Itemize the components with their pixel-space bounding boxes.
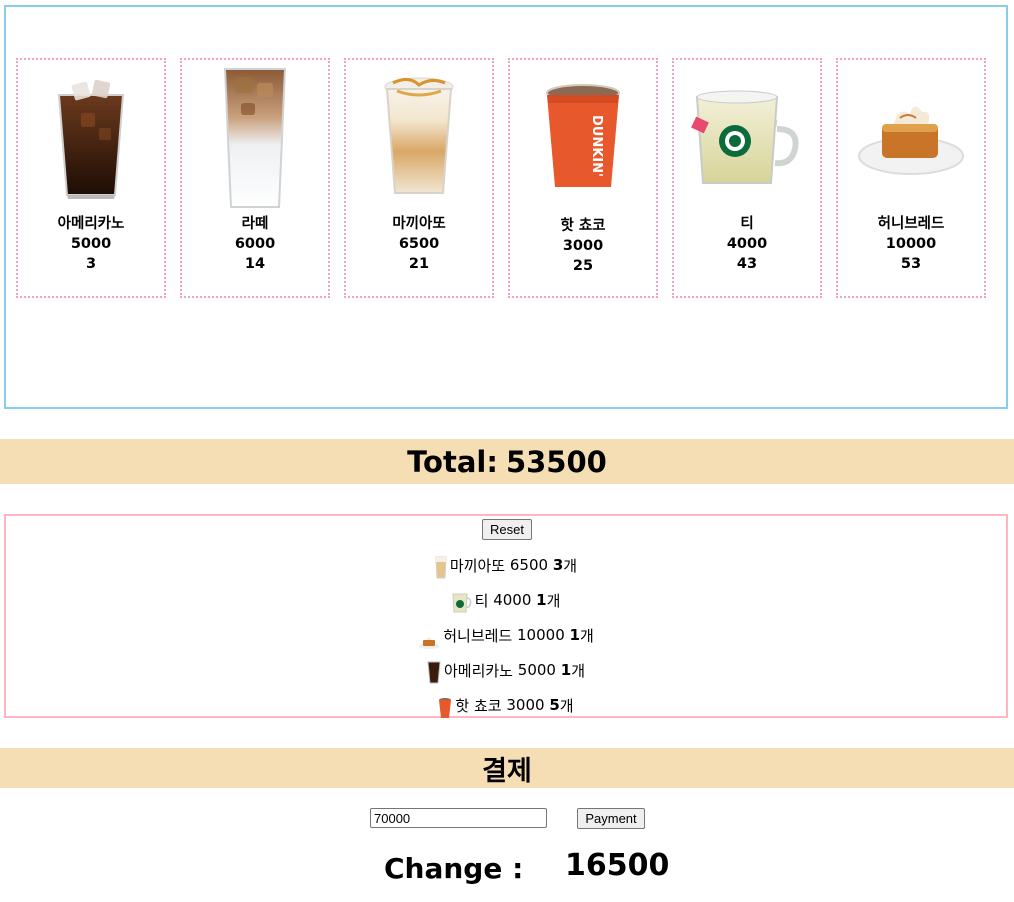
menu-item-hot-chocolate[interactable]: DUNKIN' 핫 쵸코 3000 25 [508,58,658,298]
order-row: 허니브레드 10000 1개 [6,620,1006,650]
honey-bread-icon [858,106,964,175]
order-item-name: 허니브레드 [443,626,513,645]
menu-item-name: 허니브레드 [877,216,945,232]
total-bar: Total: 53500 [0,439,1014,484]
hot-chocolate-thumb-icon [438,691,452,719]
order-item-price: 5000 [517,661,556,679]
menu-item-count: 25 [572,258,594,274]
tea-glass-mug-icon [691,90,799,184]
order-item-unit: 개 [559,696,574,715]
order-item-price: 3000 [506,696,545,714]
menu-item-honey-bread[interactable]: 허니브레드 10000 53 [836,58,986,298]
order-row: 아메리카노 5000 1개 [6,655,1006,685]
menu-item-count: 21 [408,256,430,272]
payment-title: 결제 [482,755,532,787]
menu-panel: 아메리카노 5000 3 라떼 6000 14 마끼아또 6500 21 DUN… [4,5,1008,409]
iced-americano-icon [57,79,125,199]
menu-item-price: 4000 [726,236,768,252]
order-item-qty: 1 [536,591,547,609]
menu-item-count: 43 [736,256,758,272]
order-item-qty: 1 [569,626,580,644]
order-panel: Reset 마끼아또 6500 3개 티 4000 1개 허니브레드 10000… [4,514,1008,718]
menu-item-count: 3 [85,256,97,272]
menu-item-count: 53 [900,256,922,272]
payment-button[interactable]: Payment [577,808,645,829]
tea-thumb-icon [452,586,472,614]
menu-item-price: 10000 [885,236,937,252]
reset-button[interactable]: Reset [482,519,532,540]
menu-item-macchiato[interactable]: 마끼아또 6500 21 [344,58,494,298]
menu-item-name: 마끼아또 [392,216,446,232]
order-item-price: 10000 [517,626,565,644]
menu-item-name: 라떼 [241,216,269,232]
iced-latte-icon [223,68,287,208]
order-item-price: 6500 [509,556,549,574]
macchiato-thumb-icon [435,551,447,579]
order-item-unit: 개 [579,626,594,645]
order-item-qty: 3 [552,556,564,574]
menu-item-latte[interactable]: 라떼 6000 14 [180,58,330,298]
order-row: 마끼아또 6500 3개 [6,550,1006,580]
menu-item-count: 14 [244,256,266,272]
svg-text:DUNKIN': DUNKIN' [589,115,604,177]
total-value: 53500 [505,444,607,479]
total-label: Total: [407,444,498,479]
menu-item-name: 아메리카노 [57,216,125,232]
payment-amount-input[interactable] [370,808,547,828]
americano-thumb-icon [427,656,441,684]
menu-item-price: 6000 [234,236,276,252]
menu-item-name: 핫 쵸코 [560,218,606,234]
order-item-name: 아메리카노 [443,661,513,680]
menu-item-name: 티 [740,216,754,232]
iced-macchiato-icon [384,77,454,194]
order-item-name: 티 [474,591,489,610]
order-item-name: 마끼아또 [449,556,506,575]
order-item-unit: 개 [571,661,585,680]
menu-item-tea[interactable]: 티 4000 43 [672,58,822,298]
menu-item-americano[interactable]: 아메리카노 5000 3 [16,58,166,298]
order-item-price: 4000 [493,591,532,609]
order-row: 티 4000 1개 [6,585,1006,615]
hot-chocolate-cup-icon: DUNKIN' [546,84,620,187]
order-item-qty: 5 [549,696,560,714]
menu-item-price: 3000 [562,238,604,254]
order-item-name: 핫 쵸코 [455,696,502,715]
payment-title-bar: 결제 [0,748,1014,788]
order-item-qty: 1 [560,661,572,679]
order-row: 핫 쵸코 3000 5개 [6,690,1006,720]
order-item-unit: 개 [563,556,578,575]
honey-bread-thumb-icon [418,621,440,649]
menu-item-price: 5000 [70,236,112,252]
menu-item-price: 6500 [398,236,440,252]
change-value: 16500 [565,848,670,883]
order-item-unit: 개 [546,591,561,610]
change-label: Change : [384,852,524,885]
